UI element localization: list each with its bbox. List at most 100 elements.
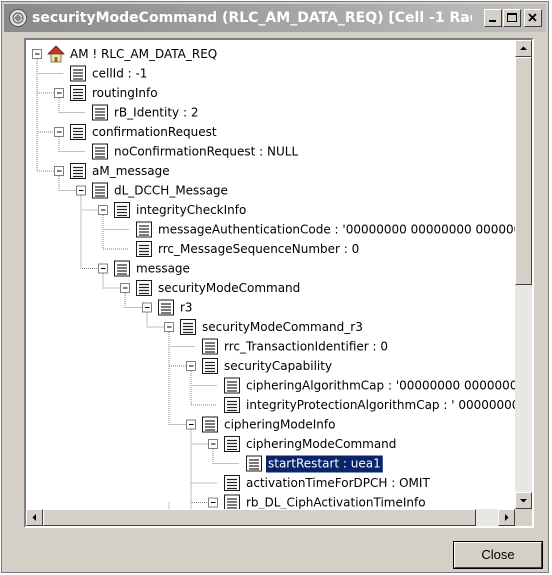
scrollbar-corner	[515, 509, 532, 526]
tree-node-label: routingInfo	[92, 86, 158, 100]
tree-node[interactable]: rrc_MessageSequenceNumber : 0	[136, 241, 360, 257]
field-icon	[92, 182, 108, 199]
arrow-left-icon	[32, 514, 36, 521]
field-icon	[224, 475, 240, 491]
tree-node-label: integrityCheckInfo	[136, 203, 246, 217]
collapse-icon[interactable]	[164, 322, 174, 332]
tree-node[interactable]: cipheringAlgorithmCap : '00000000 000000…	[224, 377, 516, 394]
tree-viewport[interactable]: AM ! RLC_AM_DATA_REQ cellId : -1 routingIn…	[26, 40, 515, 509]
tree-node[interactable]: integrityCheckInfo	[98, 202, 247, 218]
tree-node[interactable]: message	[98, 260, 190, 277]
collapse-icon[interactable]	[54, 127, 64, 137]
tree-node-label: rrc_MessageSequenceNumber : 0	[158, 242, 359, 256]
tree-node[interactable]: securityCapability	[186, 358, 333, 374]
collapse-icon[interactable]	[76, 185, 86, 196]
title-bar[interactable]: securityModeCommand (RLC_AM_DATA_REQ) [C…	[4, 4, 546, 32]
collapse-icon[interactable]	[186, 419, 196, 430]
field-icon	[92, 104, 108, 121]
tree-node[interactable]: confirmationRequest	[54, 124, 217, 140]
field-icon	[224, 494, 240, 509]
tree-node-label: rb_DL_CiphActivationTimeInfo	[246, 496, 426, 510]
field-icon	[70, 65, 86, 82]
scroll-up-button[interactable]	[515, 40, 532, 57]
tree-node-label: messageAuthenticationCode : '00000000 00…	[158, 223, 515, 237]
collapse-icon[interactable]	[120, 283, 130, 293]
tree-node[interactable]: r3	[142, 299, 193, 316]
collapse-icon[interactable]	[98, 263, 108, 274]
field-icon	[158, 299, 174, 316]
tree-node[interactable]: integrityProtectionAlgorithmCap : ' 0000…	[224, 397, 516, 413]
tree-connector	[168, 332, 195, 367]
arrow-right-icon	[505, 514, 509, 521]
tree-node[interactable]: securityModeCommand	[120, 280, 301, 296]
tree-node[interactable]: cipheringModeInfo	[186, 416, 336, 433]
close-window-button[interactable]	[524, 9, 542, 27]
field-icon	[114, 202, 130, 218]
tree-node-label: rB_Identity : 2	[114, 106, 198, 120]
maximize-icon	[507, 13, 517, 22]
tree-node-label: confirmationRequest	[92, 125, 217, 139]
collapse-icon[interactable]	[54, 166, 64, 176]
tree-node[interactable]: messageAuthenticationCode : '00000000 00…	[136, 221, 516, 238]
tree-node-label: securityModeCommand_r3	[202, 320, 363, 334]
tree-node-label: cipheringAlgorithmCap : '00000000 000000…	[246, 379, 515, 393]
tree-connector	[36, 59, 63, 94]
field-icon	[202, 358, 218, 374]
dialog-window: securityModeCommand (RLC_AM_DATA_REQ) [C…	[1, 1, 549, 573]
tree-node-label: noConfirmationRequest : NULL	[114, 145, 298, 159]
tree-node[interactable]: rB_Identity : 2	[92, 104, 199, 121]
tree-node[interactable]: securityModeCommand_r3	[164, 319, 363, 335]
vertical-scroll-thumb[interactable]	[515, 57, 532, 285]
tree-node[interactable]: aM_message	[54, 163, 170, 179]
close-button[interactable]: Close	[453, 541, 543, 569]
collapse-icon[interactable]	[98, 205, 108, 215]
tree-node[interactable]: noConfirmationRequest : NULL	[92, 143, 299, 160]
horizontal-scrollbar[interactable]	[26, 509, 515, 526]
tree-node[interactable]: rrc_TransactionIdentifier : 0	[202, 338, 389, 355]
collapse-icon[interactable]	[208, 439, 218, 449]
tree-node-label: cipheringModeCommand	[246, 437, 396, 451]
tree-node-label: message	[136, 262, 190, 276]
collapse-icon[interactable]	[142, 302, 152, 313]
tree-node[interactable]: dL_DCCH_Message	[76, 182, 228, 199]
field-icon	[224, 436, 240, 452]
field-icon	[224, 397, 240, 413]
field-icon	[136, 280, 152, 296]
tree-node[interactable]: AM ! RLC_AM_DATA_REQ	[32, 45, 218, 63]
horizontal-scroll-thumb[interactable]	[43, 509, 476, 526]
tree-node-label: r3	[180, 301, 193, 315]
tree-node-label: dL_DCCH_Message	[114, 184, 228, 198]
field-icon	[136, 221, 152, 238]
collapse-icon[interactable]	[54, 88, 64, 98]
field-icon	[114, 260, 130, 277]
minimize-icon	[489, 20, 496, 22]
arrow-down-icon	[520, 499, 527, 503]
scroll-down-button[interactable]	[515, 492, 532, 509]
scroll-right-button[interactable]	[498, 509, 515, 526]
vertical-scrollbar[interactable]	[515, 40, 532, 509]
home-icon	[47, 45, 65, 63]
collapse-icon[interactable]	[186, 361, 196, 371]
collapse-icon[interactable]	[32, 49, 42, 59]
tree-node-label: startRestart : uea1	[268, 457, 381, 471]
tree-node-label: securityModeCommand	[158, 281, 300, 295]
field-icon	[70, 124, 86, 140]
tree-node[interactable]: activationTimeForDPCH : OMIT	[224, 475, 431, 491]
tree-node[interactable]: routingInfo	[54, 85, 158, 101]
close-icon	[528, 13, 537, 22]
maximize-button[interactable]	[503, 9, 521, 27]
field-icon	[180, 319, 196, 335]
arrow-up-icon	[520, 46, 527, 50]
tree-node[interactable]: rb_DL_CiphActivationTimeInfo	[208, 494, 426, 510]
minimize-button[interactable]	[484, 9, 502, 27]
collapse-icon[interactable]	[208, 497, 218, 508]
tree-connector	[190, 429, 217, 484]
tree-node-selected[interactable]: startRestart : uea1	[246, 455, 383, 473]
tree-node[interactable]: cipheringModeCommand	[208, 436, 397, 452]
tree-node-label: aM_message	[92, 164, 170, 178]
tree-node[interactable]: cellId : -1	[70, 65, 148, 82]
message-tree: AM ! RLC_AM_DATA_REQ cellId : -1 routingIn…	[32, 45, 516, 510]
scroll-left-button[interactable]	[26, 509, 43, 526]
field-icon	[202, 338, 218, 355]
tree-connector	[36, 59, 63, 172]
